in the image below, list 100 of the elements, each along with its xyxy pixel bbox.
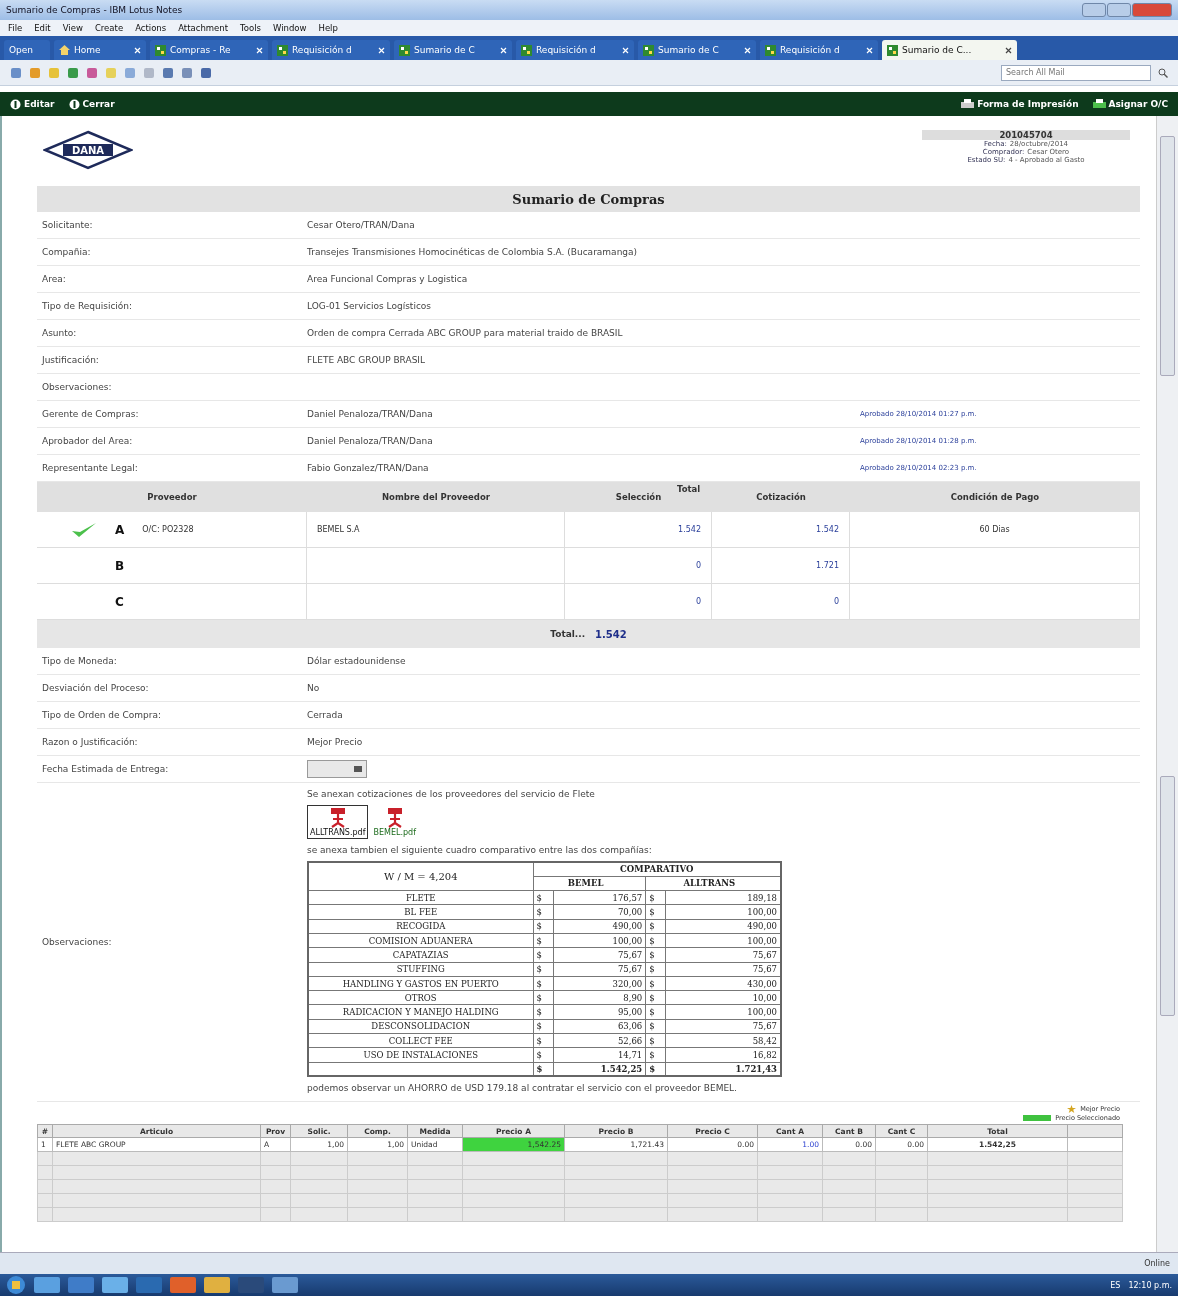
table-cell: COLLECT FEE [308,1033,533,1048]
field-label: Aprobador del Area: [41,436,134,446]
field-value: No [307,683,321,693]
field-label: Tipo de Moneda: [41,656,118,666]
field-label: Tipo de Orden de Compra: [41,710,162,720]
table-cell: BEMEL S.A [307,512,565,548]
tab[interactable]: Sumario de C [638,40,756,60]
table-cell: RECOGIDA [308,919,533,934]
tab[interactable]: Requisición d [760,40,878,60]
menu-item[interactable]: Create [94,23,124,33]
field-value: Orden de compra Cerrada ABC GROUP para material traido de BRASIL [307,328,624,338]
field-value: Cesar Otero/TRAN/Dana [307,220,416,230]
attachment[interactable]: ALLTRANS.pdf [307,805,369,839]
field-label: Justificación: [40,355,100,365]
field-label: Asunto: [41,328,78,338]
status-text[interactable]: Online [1144,1259,1170,1268]
table-cell: 16,82 [665,1047,781,1063]
field-label: Tipo de Requisición: [41,301,134,311]
table-cell: 70,00 [553,904,646,920]
table-cell: ALLTRANS [665,876,781,891]
table-cell: 95,00 [553,1004,646,1020]
table-cell: $ [533,1019,553,1034]
table-cell: 75,67 [553,962,646,977]
table-cell: 52,66 [553,1033,646,1048]
field-label: Gerente de Compras: [41,409,140,419]
table-cell: STUFFING [308,962,533,977]
tab[interactable]: Requisición d [516,40,634,60]
table-cell: 10,00 [665,990,781,1005]
field-label: Solicitante: [41,220,94,230]
field-label: Compañia: [41,247,92,257]
table-cell: DESCONSOLIDACION [308,1019,533,1034]
clock[interactable]: 12:10 p.m. [1128,1280,1172,1290]
tab[interactable]: Home [54,40,146,60]
window-title: Sumario de Compras - IBM Lotus Notes [6,5,183,15]
document-title: Sumario de Compras [37,186,1140,212]
action-button[interactable]: Editar [10,98,55,110]
field-label: Razon o Justificación: [41,737,139,747]
field-value: Mejor Precio [307,737,364,747]
table-cell: 75,67 [665,1019,781,1034]
table-cell: 100,00 [665,904,781,920]
action-button[interactable]: Asignar O/C [1092,98,1168,110]
field-value: LOG-01 Servicios Logísticos [307,301,433,311]
table-cell: CAPATAZIAS [308,947,533,963]
table-cell: 14,71 [553,1047,646,1063]
tab[interactable]: Open [4,40,50,60]
field-value: Fabio Gonzalez/TRAN/Dana [307,463,430,473]
menu-item[interactable]: Edit [34,23,51,33]
tab[interactable]: Compras - Re [150,40,268,60]
field-label: Fecha Estimada de Entrega: [41,764,170,774]
table-cell: USO DE INSTALACIONES [308,1047,533,1063]
field-label: Observaciones: [41,382,113,392]
menu-item[interactable]: File [8,23,23,33]
table-cell: RADICACION Y MANEJO HALDING [308,1004,533,1020]
document-number: 201045704 [922,130,1130,140]
table-cell: 75,67 [553,947,646,963]
table-cell: 320,00 [553,976,646,991]
order-number: O/C: PO2328 [142,525,194,534]
menu-item[interactable]: Actions [135,23,167,33]
action-button[interactable]: Cerrar [68,98,115,110]
field-value: Daniel Penaloza/TRAN/Dana [307,409,434,419]
table-cell: 60 Dias [850,512,1140,548]
menu-item[interactable]: Help [318,23,338,33]
table-cell: 8,90 [553,990,646,1005]
table-cell: 58,42 [665,1033,781,1048]
table-cell: BEMEL [553,876,646,891]
field-value: Dólar estadounidense [307,656,407,666]
action-button[interactable]: Forma de Impresión [961,98,1079,110]
menu-item[interactable]: Attachment [178,23,229,33]
total-label: Total... [550,629,586,639]
column-header: Proveedor [37,482,307,512]
column-header: Total [677,484,701,494]
table-cell: COMISION ADUANERA [308,933,533,948]
table-cell: 100,00 [553,933,646,948]
table-cell: $ [533,919,553,934]
table-cell: W / M = 4,204 [308,862,533,891]
table-cell: 490,00 [553,919,646,934]
table-cell: 75,67 [665,962,781,977]
table-cell: 189,18 [665,890,781,905]
field-value: Daniel Penaloza/TRAN/Dana [307,436,434,446]
menu-item[interactable]: Window [273,23,307,33]
field-value: FLETE ABC GROUP BRASIL [307,355,427,365]
tab[interactable]: Sumario de C [394,40,512,60]
search-field[interactable]: Search All Mail [1001,64,1151,81]
table-cell: FLETE [308,890,533,905]
tab[interactable]: Sumario de C... [882,40,1017,60]
menu-item[interactable]: View [62,23,83,33]
table-cell: 0 [565,548,712,584]
column-header: Nombre del Proveedor [307,482,565,512]
table-cell: 430,00 [665,976,781,991]
tab[interactable]: Requisición d [272,40,390,60]
field-label: Representante Legal: [41,463,139,473]
table-cell: COMPARATIVO [533,862,781,877]
attachment[interactable]: BEMEL.pdf [370,805,419,839]
table-cell: 100,00 [665,933,781,948]
table-cell: HANDLING Y GASTOS EN PUERTO [308,976,533,991]
table-cell: 176,57 [553,890,646,905]
field-value: Transejes Transmisiones Homocinéticas de Colombia S.A. (Bucaramanga) [307,247,639,257]
menu-item[interactable]: Tools [240,23,261,33]
language-indicator[interactable]: ES [1110,1280,1121,1290]
column-header: Cotización [712,482,850,512]
